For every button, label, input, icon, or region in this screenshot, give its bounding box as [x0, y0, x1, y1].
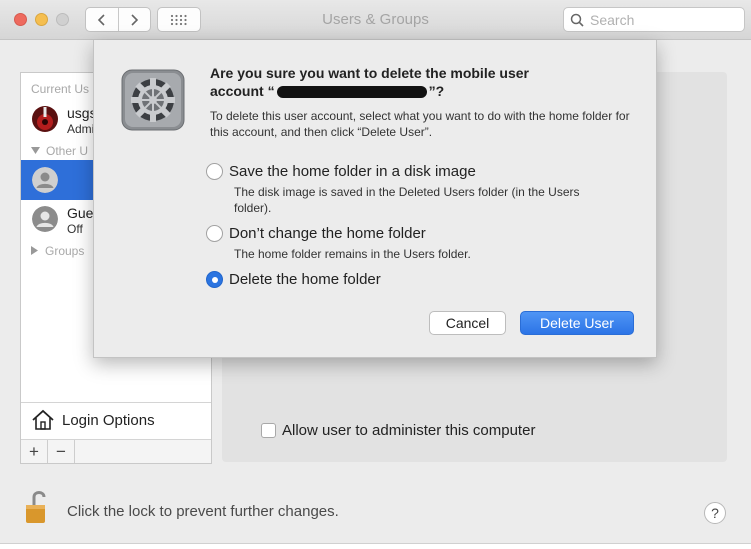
sidebar-user-role: Admi — [67, 122, 95, 136]
dialog-title: Are you sure you want to delete the mobi… — [210, 65, 529, 99]
triangle-right-icon — [31, 246, 38, 255]
person-silhouette-icon — [32, 206, 58, 232]
radio-dont-change[interactable] — [206, 225, 223, 242]
search-icon — [570, 13, 584, 27]
login-options-label: Login Options — [62, 412, 155, 429]
allow-admin-checkbox[interactable] — [261, 423, 276, 438]
system-preferences-gear-icon — [121, 69, 185, 131]
current-users-header: Current Us — [31, 82, 90, 96]
avatar — [32, 167, 58, 193]
redacted-account-name — [276, 86, 427, 99]
option-dont-change[interactable]: Don’t change the home folder — [206, 225, 426, 242]
delete-user-dialog: Are you sure you want to delete the mobi… — [93, 40, 657, 358]
avatar — [32, 206, 58, 232]
bottom-strip — [0, 543, 751, 549]
delete-user-button[interactable]: Delete User — [520, 311, 634, 335]
login-options-item[interactable]: Login Options — [21, 402, 211, 439]
title-bar: Users & Groups Search — [0, 0, 751, 40]
sidebar-user-status: Off — [67, 222, 83, 236]
sidebar-bottom-bar: + − — [21, 439, 211, 463]
option-delete-home[interactable]: Delete the home folder — [206, 271, 381, 288]
cancel-button[interactable]: Cancel — [429, 311, 506, 335]
add-user-button[interactable]: + — [21, 440, 48, 463]
triangle-down-icon — [31, 147, 40, 154]
lock-status-text: Click the lock to prevent further change… — [67, 503, 339, 520]
remove-user-button[interactable]: − — [48, 440, 75, 463]
other-users-header: Other U — [31, 144, 88, 158]
avatar — [32, 106, 58, 132]
option-label: Delete the home folder — [229, 271, 381, 288]
unlocked-padlock-icon[interactable] — [24, 486, 52, 526]
groups-header[interactable]: Groups — [31, 244, 84, 258]
allow-admin-label: Allow user to administer this computer — [282, 422, 536, 439]
allow-admin-row: Allow user to administer this computer — [261, 422, 535, 439]
system-preferences-window: Users & Groups Search Current Us usgs Ad… — [0, 0, 751, 549]
option-description: The disk image is saved in the Deleted U… — [234, 185, 580, 215]
search-placeholder: Search — [590, 11, 635, 28]
dialog-description: To delete this user account, select what… — [210, 109, 630, 139]
search-input[interactable]: Search — [563, 7, 745, 32]
option-save-disk-image[interactable]: Save the home folder in a disk image — [206, 163, 476, 180]
guitar-avatar-icon — [32, 106, 58, 132]
house-icon — [32, 409, 54, 430]
radio-save-disk-image[interactable] — [206, 163, 223, 180]
option-label: Save the home folder in a disk image — [229, 163, 476, 180]
option-label: Don’t change the home folder — [229, 225, 426, 242]
help-button[interactable]: ? — [704, 502, 726, 524]
radio-delete-home[interactable] — [206, 271, 223, 288]
option-description: The home folder remains in the Users fol… — [234, 247, 471, 261]
person-silhouette-icon — [32, 167, 58, 193]
sidebar-user-name: Gue — [67, 205, 94, 221]
